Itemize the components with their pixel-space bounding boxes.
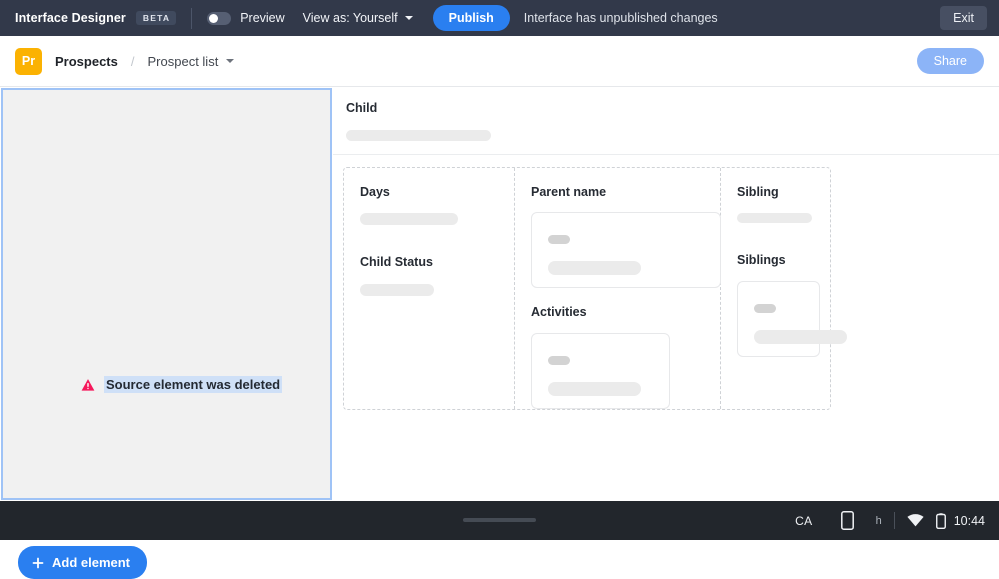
breadcrumb-separator: / — [130, 53, 135, 69]
field-child-status[interactable]: Child Status — [360, 254, 514, 296]
parent-name-card[interactable] — [531, 212, 721, 289]
field-label-activities: Activities — [531, 305, 587, 320]
field-siblings[interactable]: Siblings — [737, 252, 847, 357]
top-toolbar: Interface Designer BETA Preview View as:… — [0, 0, 999, 36]
wifi-icon[interactable] — [907, 514, 924, 527]
clock[interactable]: 10:44 — [954, 514, 985, 528]
input-method-indicator[interactable]: h — [876, 515, 882, 527]
beta-badge: BETA — [135, 10, 177, 26]
app-logo[interactable]: Pr — [15, 47, 42, 75]
main-canvas: Child Days Child Status Parent name Acti… — [333, 88, 999, 500]
publish-button[interactable]: Publish — [432, 4, 510, 32]
field-label-parent-name: Parent name — [531, 185, 607, 199]
view-as-label: View as: Yourself — [302, 11, 398, 25]
field-label-sibling: Sibling — [737, 185, 779, 199]
card-title-placeholder — [754, 303, 776, 313]
add-element-label: Add element — [52, 555, 131, 570]
column-days[interactable]: Days Child Status — [344, 168, 515, 409]
sibling-value-placeholder — [737, 213, 812, 224]
system-bottom-bar: CA h 10:44 — [0, 501, 999, 540]
share-button[interactable]: Share — [916, 48, 984, 74]
field-label-siblings: Siblings — [737, 253, 786, 268]
preview-toggle[interactable] — [207, 11, 232, 25]
chevron-down-icon — [404, 16, 413, 20]
breadcrumb-current-page[interactable]: Prospect list — [148, 54, 219, 69]
warning-triangle-icon — [81, 378, 95, 391]
field-sibling[interactable]: Sibling — [737, 184, 830, 224]
card-body-placeholder — [754, 329, 847, 344]
unpublished-changes-message: Interface has unpublished changes — [523, 11, 718, 25]
system-tray: CA h 10:44 — [795, 511, 999, 530]
child-label: Child — [346, 101, 378, 115]
card-title-placeholder — [548, 235, 570, 245]
left-element-panel[interactable]: Source element was deleted Add element — [1, 88, 332, 579]
home-indicator[interactable] — [463, 518, 536, 522]
chevron-down-icon[interactable] — [226, 59, 235, 63]
child-status-value-placeholder — [360, 283, 434, 296]
app-title: Interface Designer — [15, 11, 126, 25]
tray-divider — [893, 512, 895, 529]
breadcrumb-bar: Pr Prospects / Prospect list Share — [0, 36, 999, 87]
phone-icon[interactable] — [840, 511, 854, 530]
view-as-dropdown[interactable]: View as: Yourself — [303, 11, 413, 25]
card-body-placeholder — [548, 381, 641, 396]
toolbar-divider — [191, 7, 193, 29]
error-message-row: Source element was deleted — [81, 376, 283, 393]
child-value-placeholder — [346, 130, 491, 142]
field-label-child-status: Child Status — [360, 255, 433, 270]
days-value-placeholder — [360, 213, 458, 226]
columns-container[interactable]: Days Child Status Parent name Activities — [343, 167, 847, 410]
child-section[interactable]: Child — [333, 88, 999, 155]
siblings-card[interactable] — [737, 280, 847, 357]
card-title-placeholder — [548, 355, 570, 365]
field-label-days: Days — [360, 185, 390, 199]
error-message-text: Source element was deleted — [104, 376, 283, 393]
card-body-placeholder — [548, 261, 641, 276]
locale-indicator[interactable]: CA — [795, 514, 812, 528]
column-parent[interactable]: Parent name Activities — [515, 168, 721, 409]
battery-icon[interactable] — [935, 512, 946, 529]
column-sibling[interactable]: Sibling Siblings — [721, 168, 847, 409]
add-element-button[interactable]: Add element — [18, 546, 148, 579]
plus-icon — [32, 557, 44, 568]
breadcrumb-root[interactable]: Prospects — [55, 54, 118, 69]
preview-label[interactable]: Preview — [240, 11, 284, 25]
field-parent-name[interactable]: Parent name — [531, 184, 721, 289]
field-days[interactable]: Days — [360, 184, 514, 226]
field-activities[interactable]: Activities — [531, 304, 720, 409]
activities-card[interactable] — [531, 332, 670, 409]
exit-button[interactable]: Exit — [940, 6, 987, 30]
